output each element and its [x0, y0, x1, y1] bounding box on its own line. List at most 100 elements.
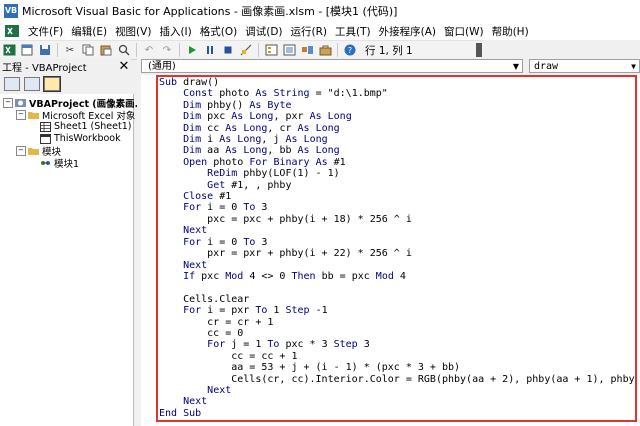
vbaproject-icon [15, 98, 26, 107]
tree-item-label: Sheet1 (Sheet1) [54, 121, 132, 132]
menu-file[interactable]: 文件(F) [24, 24, 67, 39]
svg-text:?: ? [348, 46, 352, 55]
procedure-combo-value: draw [534, 61, 559, 72]
project-tree: − VBAProject (画像素画. − Microsoft Excel 对象… [0, 94, 138, 426]
code-line[interactable]: For j = 1 To pxc * 3 Step 3 [159, 339, 635, 350]
vba-app-icon: VB [4, 4, 18, 18]
toolbar-separator [337, 43, 338, 57]
collapse-toggle[interactable]: − [3, 97, 13, 108]
project-explorer-title: 工程 - VBAProject [2, 62, 87, 74]
cursor-position: 行 1, 列 1 [365, 44, 413, 57]
code-line[interactable]: ReDim phby(LOF(1) - 1) [159, 168, 635, 179]
code-line[interactable]: For i = pxr To 1 Step -1 [159, 305, 635, 316]
module-icon [41, 160, 50, 165]
tree-item-label: 模块1 [54, 158, 80, 170]
menu-insert[interactable]: 插入(I) [155, 24, 195, 39]
toolbar-separator [179, 43, 180, 57]
menu-tools[interactable]: 工具(T) [331, 24, 375, 39]
paste-icon[interactable] [99, 43, 113, 57]
code-line[interactable]: Get #1, , phby [159, 180, 635, 191]
workbook-icon [40, 133, 51, 144]
view-object-icon[interactable] [24, 77, 40, 91]
insert-module-icon[interactable] [20, 43, 34, 57]
code-line[interactable]: pxr = pxr + phby(i + 22) * 256 ^ i [159, 248, 635, 259]
object-browser-icon[interactable] [300, 43, 314, 57]
procedure-combo[interactable]: draw ▼ [529, 59, 640, 73]
code-line[interactable]: aa = 53 + j + (i - 1) * (pxc * 3 + bb) [159, 362, 635, 373]
code-line[interactable]: Dim pxc As Long, pxr As Long [159, 111, 635, 122]
project-explorer-icon[interactable] [264, 43, 278, 57]
code-line[interactable]: pxc = pxc + phby(i + 18) * 256 ^ i [159, 214, 635, 225]
sheet-icon [40, 121, 51, 132]
menu-window[interactable]: 窗口(W) [440, 24, 488, 39]
collapse-toggle[interactable]: − [16, 109, 26, 120]
project-explorer-header: 工程 - VBAProject ✕ [0, 58, 131, 75]
chevron-down-icon[interactable]: ▼ [513, 60, 519, 74]
menu-addins[interactable]: 外接程序(A) [375, 24, 440, 39]
code-line[interactable]: Const photo As String = "d:\1.bmp" [159, 88, 635, 99]
chevron-down-icon[interactable]: ▼ [631, 60, 636, 74]
code-line[interactable]: Close #1 [159, 191, 635, 202]
code-line[interactable]: Cells(cr, cc).Interior.Color = RGB(phby(… [159, 374, 635, 385]
code-line[interactable]: Next [159, 225, 635, 236]
menu-run[interactable]: 运行(R) [287, 24, 332, 39]
redo-icon[interactable]: ↷ [160, 43, 174, 57]
code-line[interactable] [159, 282, 635, 293]
code-line[interactable]: Dim i As Long, j As Long [159, 134, 635, 145]
project-explorer-toolbar [0, 74, 131, 95]
properties-window-icon[interactable] [282, 43, 296, 57]
menu-help[interactable]: 帮助(H) [488, 24, 533, 39]
code-line[interactable]: Next [159, 385, 635, 396]
menu-debug[interactable]: 调试(D) [241, 24, 286, 39]
code-line[interactable]: For i = 0 To 3 [159, 202, 635, 213]
toggle-folders-icon[interactable] [43, 76, 61, 92]
code-line[interactable]: For i = 0 To 3 [159, 237, 635, 248]
folder-icon [28, 147, 39, 155]
tree-item-label: ThisWorkbook [54, 133, 121, 144]
code-line[interactable]: If pxc Mod 4 <> 0 Then bb = pxc Mod 4 [159, 271, 635, 282]
menu-bar: 文件(F) 编辑(E) 视图(V) 插入(I) 格式(O) 调试(D) 运行(R… [0, 22, 640, 40]
code-line[interactable]: Next [159, 396, 635, 407]
code-line[interactable]: Dim phby() As Byte [159, 100, 635, 111]
code-line[interactable]: End Sub [159, 408, 635, 419]
collapse-toggle[interactable]: − [16, 145, 26, 156]
code-line[interactable]: Dim aa As Long, bb As Long [159, 145, 635, 156]
code-line[interactable]: Dim cc As Long, cr As Long [159, 123, 635, 134]
code-line[interactable]: cr = cr + 1 [159, 317, 635, 328]
object-combo[interactable]: (通用) ▼ [141, 59, 523, 73]
menu-view[interactable]: 视图(V) [111, 24, 155, 39]
folder-icon [28, 111, 39, 119]
code-line[interactable]: Sub draw() [159, 77, 635, 88]
help-icon[interactable]: ? [343, 43, 357, 57]
view-excel-icon[interactable] [2, 43, 16, 57]
code-text[interactable]: Sub draw() Const photo As String = "d:\1… [159, 77, 635, 419]
tree-item-module1[interactable]: 模块1 [40, 156, 80, 170]
reset-icon[interactable] [221, 43, 235, 57]
find-icon[interactable] [117, 43, 131, 57]
window-title: Microsoft Visual Basic for Applications … [22, 5, 398, 18]
code-line[interactable]: Next [159, 260, 635, 271]
toolbox-icon[interactable] [318, 43, 332, 57]
run-icon[interactable] [185, 43, 199, 57]
code-line[interactable]: cc = 0 [159, 328, 635, 339]
menu-edit[interactable]: 编辑(E) [67, 24, 111, 39]
standard-toolbar: ✂ ↶ ↷ ? 行 1, 列 1 [0, 40, 484, 60]
code-line[interactable]: Open photo For Binary As #1 [159, 157, 635, 168]
save-icon[interactable] [38, 43, 52, 57]
toolbar-separator [258, 43, 259, 57]
close-icon[interactable]: ✕ [117, 59, 131, 74]
excel-view-icon[interactable] [4, 24, 20, 38]
break-icon[interactable] [203, 43, 217, 57]
toolbar-separator [136, 43, 137, 57]
view-code-icon[interactable] [4, 77, 20, 91]
copy-icon[interactable] [81, 43, 95, 57]
code-line[interactable]: Cells.Clear [159, 294, 635, 305]
object-combo-value: (通用) [148, 61, 176, 72]
title-bar: VB Microsoft Visual Basic for Applicatio… [0, 0, 640, 23]
toolbar-grip[interactable] [476, 43, 482, 57]
design-mode-icon[interactable] [239, 43, 253, 57]
code-line[interactable]: cc = cc + 1 [159, 351, 635, 362]
menu-format[interactable]: 格式(O) [196, 24, 241, 39]
undo-icon[interactable]: ↶ [142, 43, 156, 57]
cut-icon[interactable]: ✂ [63, 43, 77, 57]
